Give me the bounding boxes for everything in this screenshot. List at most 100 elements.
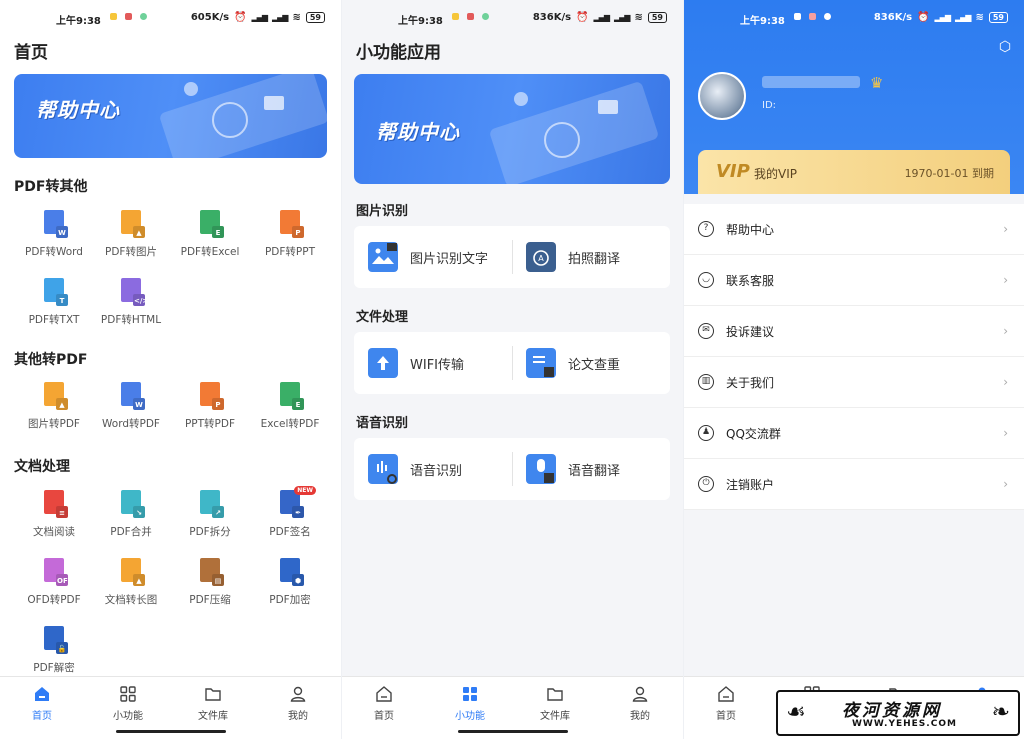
tool-card: 图片识别文字 A 拍照翻译: [354, 226, 670, 288]
notification-icon: [809, 13, 816, 20]
icon-glyph: T: [59, 297, 65, 305]
image-ocr-button[interactable]: 图片识别文字: [354, 226, 512, 288]
tool-item[interactable]: W Word转PDF: [91, 382, 171, 431]
signal-icon: ▂▄▆: [614, 13, 631, 22]
wifi-icon: ≋: [975, 12, 984, 23]
swirl-ornament-icon: ☙: [786, 700, 806, 725]
settings-icon[interactable]: ⬡: [996, 38, 1014, 56]
home-indicator: [457, 730, 568, 733]
speech-recognition-button[interactable]: 语音识别: [354, 438, 512, 500]
menu-item[interactable]: ♟ QQ交流群 ›: [684, 408, 1024, 459]
nav-files[interactable]: 文件库: [525, 685, 585, 722]
tool-item[interactable]: E PDF转Excel: [170, 210, 250, 259]
user-icon: [289, 685, 307, 703]
tool-card: WIFI传输 论文查重: [354, 332, 670, 394]
network-speed: 836K/s: [532, 12, 572, 23]
menu-item[interactable]: ✉ 投诉建议 ›: [684, 306, 1024, 357]
profile-screen: 上午9:38 836K/s ⏰ ▂▄▆ ▂▄▆ ≋ 59 ⬡ ♛ ID: VIP…: [684, 0, 1024, 739]
alarm-icon: ⏰: [234, 12, 247, 23]
nav-files[interactable]: 文件库: [183, 685, 243, 722]
photo-translate-button[interactable]: A 拍照翻译: [512, 226, 670, 288]
menu-item[interactable]: ⏻ 注销账户 ›: [684, 459, 1024, 510]
nav-home[interactable]: 首页: [354, 685, 414, 722]
notification-icon: [482, 13, 489, 20]
watermark-url: WWW.YEHES.COM: [852, 719, 957, 729]
tool-item[interactable]: 🔓 PDF解密: [14, 626, 94, 675]
icon-glyph: ▲: [136, 577, 142, 585]
avatar[interactable]: [698, 72, 746, 120]
vip-title: 我的VIP: [754, 167, 797, 181]
wifi-icon: ≋: [634, 12, 643, 23]
help-center-banner[interactable]: 帮助中心: [354, 74, 670, 184]
tool-item[interactable]: ▲ 图片转PDF: [14, 382, 94, 431]
vip-card[interactable]: VIP 我的VIP 1970-01-01 到期: [698, 150, 1010, 194]
tool-label: PDF加密: [269, 594, 311, 606]
plagiarism-check-button[interactable]: 论文查重: [512, 332, 670, 394]
status-time: 上午9:38: [740, 16, 785, 27]
file-type-icon: </>: [121, 278, 149, 305]
tool-label: 文档阅读: [33, 526, 75, 538]
tool-item[interactable]: ▤ PDF压缩: [170, 558, 250, 607]
nav-home[interactable]: 首页: [696, 685, 756, 722]
tool-item[interactable]: ▲ 文档转长图: [91, 558, 171, 607]
menu-item[interactable]: ▥ 关于我们 ›: [684, 357, 1024, 408]
menu-item[interactable]: ? 帮助中心 ›: [684, 204, 1024, 255]
wifi-transfer-button[interactable]: WIFI传输: [354, 332, 512, 394]
help-center-banner[interactable]: 帮助中心: [14, 74, 327, 158]
tool-item[interactable]: ≡ 文档阅读: [14, 490, 94, 539]
tool-item[interactable]: P PDF转PPT: [250, 210, 330, 259]
section-title: 其他转PDF: [14, 352, 88, 368]
tool-label: OFD转PDF: [27, 594, 81, 606]
status-bar: 上午9:38 836K/s ⏰ ▂▄▆ ▂▄▆ ≋ 59: [684, 10, 1024, 28]
tool-item[interactable]: ✒ NEW PDF签名: [250, 486, 330, 539]
icon-glyph: </>: [134, 297, 149, 305]
tool-item[interactable]: T PDF转TXT: [14, 278, 94, 327]
icon-glyph: W: [135, 401, 143, 409]
tool-label: PDF转Excel: [180, 246, 240, 258]
icon-glyph: ≡: [59, 509, 65, 517]
nav-mine[interactable]: 我的: [610, 685, 670, 722]
tool-item[interactable]: ▲ PDF转图片: [91, 210, 171, 259]
tool-item[interactable]: W PDF转Word: [14, 210, 94, 259]
tool-item[interactable]: ⬢ PDF加密: [250, 558, 330, 607]
chevron-right-icon: ›: [1003, 426, 1008, 440]
tool-item[interactable]: ↘ PDF合并: [91, 490, 171, 539]
tool-item[interactable]: OFD OFD转PDF: [14, 558, 94, 607]
chevron-right-icon: ›: [1003, 273, 1008, 287]
menu-item[interactable]: ◡ 联系客服 ›: [684, 255, 1024, 306]
notification-icon: [467, 13, 474, 20]
image-text-icon: [368, 242, 398, 272]
nav-tools[interactable]: 小功能: [440, 685, 500, 722]
tool-label: 图片转PDF: [28, 418, 80, 430]
grid-icon: [119, 685, 137, 703]
file-type-icon: W: [44, 210, 66, 237]
nav-mine[interactable]: 我的: [268, 685, 328, 722]
tool-item[interactable]: ↗ PDF拆分: [170, 490, 250, 539]
page-title: 小功能应用: [356, 43, 441, 63]
icon-glyph: W: [58, 229, 66, 237]
section-title: 文档处理: [14, 459, 70, 475]
tool-label: PDF解密: [33, 662, 75, 674]
group-title: 图片识别: [356, 204, 409, 219]
battery-icon: 59: [305, 12, 325, 23]
new-badge: NEW: [294, 486, 316, 495]
icon-glyph: P: [215, 401, 221, 409]
tool-item[interactable]: P PPT转PDF: [170, 382, 250, 431]
speech-translate-button[interactable]: 语音翻译: [512, 438, 670, 500]
menu-label: 投诉建议: [726, 324, 775, 339]
nav-tools[interactable]: 小功能: [98, 685, 158, 722]
microphone-icon: [526, 454, 556, 484]
file-type-icon: OFD: [44, 558, 74, 585]
icon-glyph: 🔓: [57, 645, 67, 653]
nav-home[interactable]: 首页: [12, 685, 72, 722]
tool-item[interactable]: E Excel转PDF: [250, 382, 330, 431]
folder-icon: [546, 685, 564, 703]
status-bar: 上午9:38 836K/s ⏰ ▂▄▆ ▂▄▆ ≋ 59: [342, 10, 683, 28]
file-type-icon: ≡: [44, 490, 65, 517]
file-type-icon: ↘: [121, 490, 142, 517]
menu-icon: ♟: [698, 425, 714, 441]
folder-icon: [204, 685, 222, 703]
tool-item[interactable]: </> PDF转HTML: [91, 278, 171, 327]
banner-text: 帮助中心: [376, 120, 460, 144]
home-icon: [375, 685, 393, 703]
